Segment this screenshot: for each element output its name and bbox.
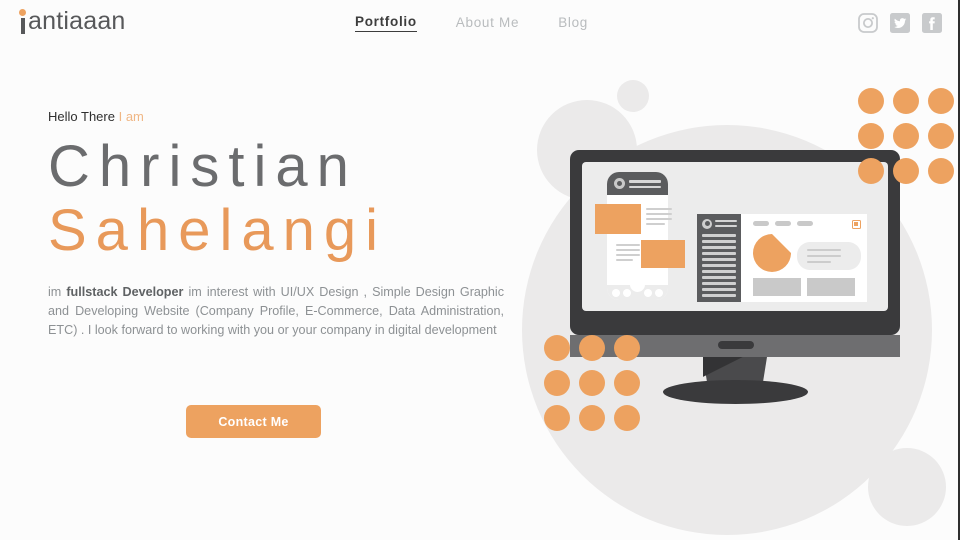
dashboard-sidebar-row (702, 264, 736, 267)
orange-dot (544, 335, 570, 361)
orange-dot (858, 123, 884, 149)
phone-line-3 (646, 218, 672, 220)
hero-first-name: Christian (48, 134, 358, 199)
phone-line-2 (646, 213, 672, 215)
orange-dot (579, 335, 605, 361)
phone-avatar-icon (614, 178, 625, 189)
instagram-icon[interactable] (858, 13, 878, 33)
orange-dot (579, 405, 605, 431)
phone-headline-2 (629, 185, 661, 189)
facebook-icon[interactable] (922, 13, 942, 33)
dashboard-ui-mockup (697, 214, 867, 302)
hero-greeting: Hello There I am (48, 108, 528, 126)
orange-dot (614, 370, 640, 396)
bio-lead: im (48, 285, 67, 299)
orange-dot (928, 158, 954, 184)
logo-text: antiaaan (28, 7, 126, 35)
nav-item-about-me[interactable]: About Me (456, 15, 519, 32)
phone-footer-circle-1 (612, 289, 620, 297)
monitor-stand-base (663, 380, 808, 404)
phone-line-8 (616, 259, 633, 261)
hero-bio-paragraph: im fullstack Developer im interest with … (48, 283, 504, 340)
dot-grid-bottom-left (544, 335, 640, 431)
phone-line-4 (646, 223, 665, 225)
dashboard-sidebar-row (702, 234, 736, 237)
nav-item-portfolio[interactable]: Portfolio (355, 14, 417, 32)
phone-footer-circle-3 (644, 289, 652, 297)
phone-line-5 (616, 244, 640, 246)
orange-dot (544, 370, 570, 396)
portfolio-landing-page: antiaaan Portfolio About Me Blog Hello T… (0, 0, 960, 540)
main-navigation: Portfolio About Me Blog (355, 14, 588, 32)
social-links (858, 13, 942, 33)
dashboard-avatar-icon (702, 219, 712, 229)
twitter-icon[interactable] (890, 13, 910, 33)
site-header: antiaaan Portfolio About Me Blog (0, 0, 958, 48)
dashboard-sidebar-row (702, 276, 736, 279)
dashboard-nav-pill-3[interactable] (797, 221, 813, 226)
logo-dot-icon (19, 9, 26, 16)
mobile-app-mockup (595, 172, 685, 300)
phone-headline-1 (629, 180, 661, 183)
orange-dot (928, 88, 954, 114)
phone-footer-circle-4 (655, 289, 663, 297)
dashboard-sidebar-row (702, 258, 736, 261)
dashboard-sidebar-row (702, 294, 736, 297)
site-logo[interactable]: antiaaan (18, 8, 126, 40)
hero-last-name: Sahelangi (48, 198, 387, 263)
phone-footer-circle-2 (623, 289, 631, 297)
dashboard-content-box-2 (807, 278, 855, 296)
dashboard-sidebar-row (702, 270, 736, 273)
bg-circle-small (617, 80, 649, 112)
dashboard-sidebar-row (702, 240, 736, 243)
phone-line-7 (616, 254, 640, 256)
phone-line-1 (646, 208, 672, 210)
greeting-accent: I am (118, 109, 144, 124)
orange-dot (614, 335, 640, 361)
monitor-screen (582, 162, 888, 311)
nav-item-blog[interactable]: Blog (558, 15, 588, 32)
bio-bold-role: fullstack Developer (66, 285, 184, 299)
orange-dot (893, 158, 919, 184)
dashboard-sidebar-row (702, 282, 736, 285)
orange-dot (614, 405, 640, 431)
bg-circle-bottom-right (868, 448, 946, 526)
phone-orange-block-1 (595, 204, 641, 234)
dashboard-content-box-1 (753, 278, 801, 296)
orange-dot (544, 405, 570, 431)
dashboard-nav-pill-2[interactable] (775, 221, 791, 226)
dashboard-sidebar-row (702, 246, 736, 249)
dot-grid-top-right (858, 88, 954, 184)
hero-text-block: Hello There I am Christian Sahelangi im … (48, 108, 528, 340)
greeting-plain: Hello There (48, 109, 115, 124)
contact-me-button[interactable]: Contact Me (186, 405, 321, 438)
hero-illustration (500, 0, 958, 540)
dashboard-sidebar-row (702, 252, 736, 255)
orange-dot (579, 370, 605, 396)
orange-dot (893, 88, 919, 114)
dashboard-sidebar-headline-1 (715, 220, 737, 223)
dashboard-sidebar-headline-2 (715, 224, 737, 227)
dashboard-sidebar-row (702, 288, 736, 291)
orange-dot (858, 88, 884, 114)
orange-dot (928, 123, 954, 149)
phone-orange-block-2 (641, 240, 685, 268)
phone-line-6 (616, 249, 640, 251)
orange-dot (893, 123, 919, 149)
logo-i-letter-icon (18, 8, 27, 34)
orange-dot (858, 158, 884, 184)
logo-stem (20, 18, 25, 34)
dashboard-widget-icon (852, 220, 861, 229)
monitor-logo-pill (718, 341, 754, 349)
dashboard-nav-pill-1[interactable] (753, 221, 769, 226)
